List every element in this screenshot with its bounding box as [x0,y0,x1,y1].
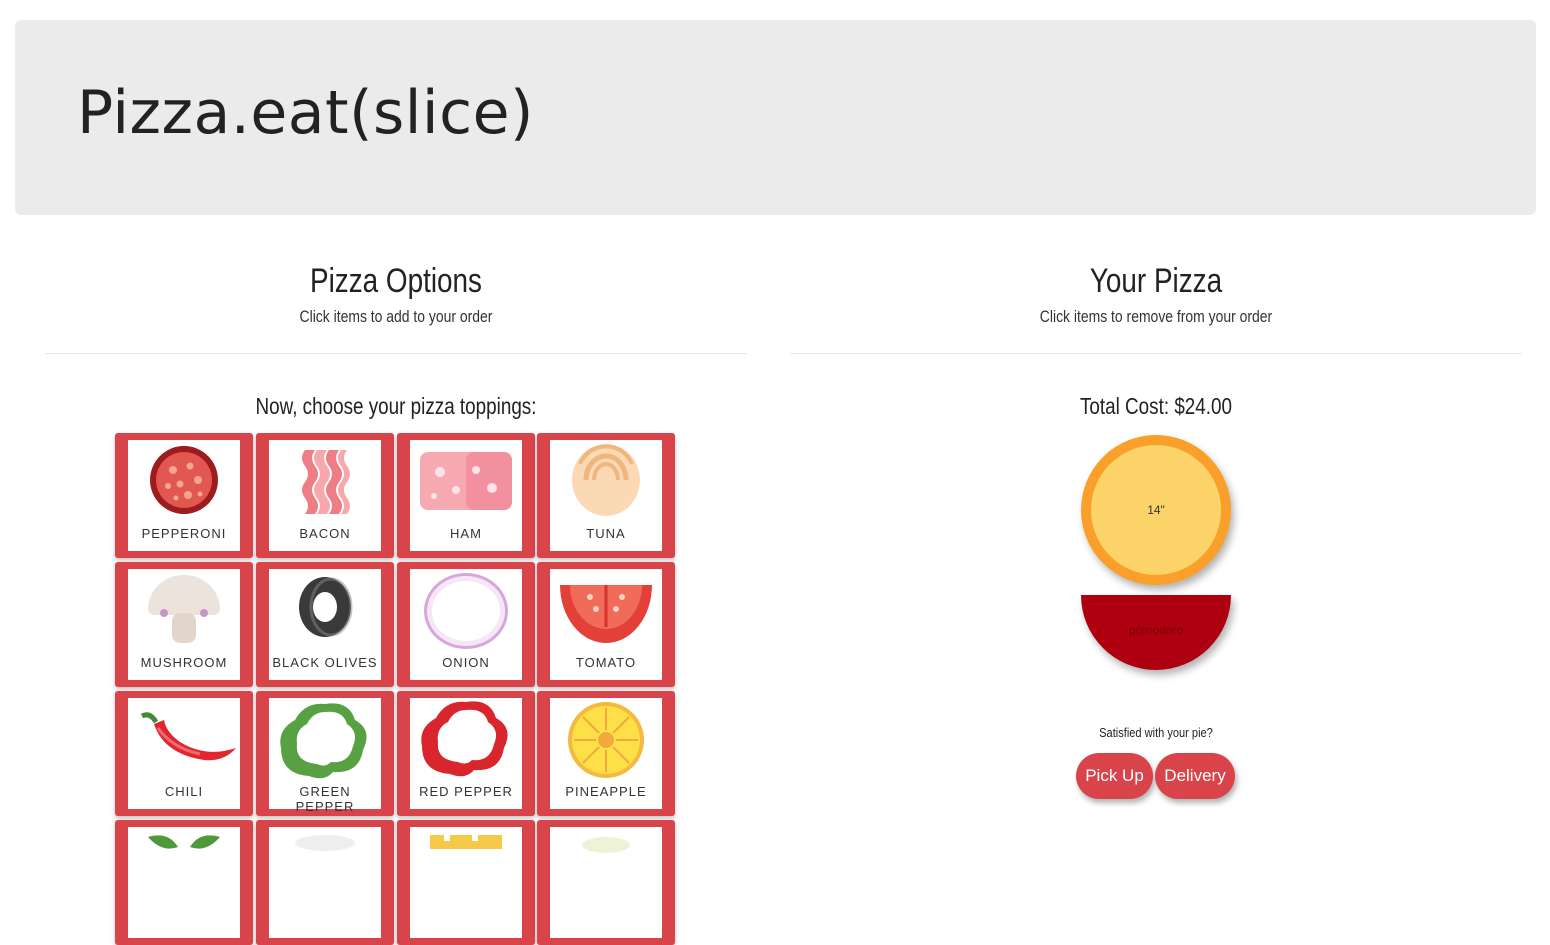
bacon-icon [302,450,350,514]
satisfied-prompt: Satisfied with your pie? [1099,725,1213,740]
toppings-prompt: Now, choose your pizza toppings: [255,393,537,419]
topping-bacon[interactable]: Bacon [256,433,394,558]
black-olives-icon [299,577,353,637]
garlic-icon [582,837,630,853]
chili-icon [140,712,236,761]
order-panel-subtitle: Click items to remove from your order [1039,307,1273,326]
order-divider [790,353,1522,354]
site-title: Pizza.eat(slice) [77,78,534,148]
green-pepper-icon [280,703,367,779]
topping-label: Green Pepper [295,784,355,814]
topping-label: Mushroom [140,655,228,670]
topping-tile-partial[interactable] [537,820,675,945]
topping-tile-partial[interactable] [256,820,394,945]
topping-ham[interactable]: Ham [397,433,535,558]
topping-label: Pineapple [565,784,647,799]
topping-label: Black Olives [272,655,378,670]
topping-label: Ham [450,526,482,541]
basil-icon [148,835,220,849]
order-panel-header: Your Pizza Click items to remove from yo… [790,262,1522,327]
order-panel-title: Your Pizza [1089,262,1223,300]
options-panel-subtitle: Click items to add to your order [299,307,493,326]
topping-card: Ham [410,440,522,551]
topping-label: Bacon [299,526,351,541]
topping-label: Tomato [575,655,637,670]
topping-card: Tuna [550,440,662,551]
delivery-button[interactable]: Delivery [1155,753,1235,799]
topping-label: Chili [164,784,204,799]
topping-card: Bacon [269,440,381,551]
topping-pepperoni[interactable]: Pepperoni [115,433,253,558]
topping-mushroom[interactable]: Mushroom [115,562,253,687]
topping-label: Tuna [586,526,626,541]
pick-up-button[interactable]: Pick Up [1076,753,1153,799]
tomato-icon [560,585,652,643]
topping-card: Onion [410,569,522,680]
cheese-icon [295,835,355,851]
sauce-label: pomodoro [1128,623,1184,637]
options-panel-header: Pizza Options Click items to add to your… [45,262,747,327]
pizza-sauce[interactable]: pomodoro [1081,595,1231,670]
topping-card: Chili [128,698,240,809]
mushroom-icon [148,575,220,643]
ham-icon [420,452,512,510]
topping-card: Red Pepper [410,698,522,809]
topping-card: Pepperoni [128,440,240,551]
topping-label: Onion [442,655,490,670]
topping-card: Black Olives [269,569,381,680]
options-panel-title: Pizza Options [309,262,482,300]
topping-card: Green Pepper [269,698,381,814]
tuna-icon [572,444,640,516]
topping-red-pepper[interactable]: Red Pepper [397,691,535,816]
topping-pineapple[interactable]: Pineapple [537,691,675,816]
crust-size-label: 14" [1147,503,1165,517]
topping-tile-partial[interactable] [397,820,535,945]
corn-icon [430,835,502,849]
total-cost: Total Cost: $24.00 [1079,393,1233,419]
topping-black-olives[interactable]: Black Olives [256,562,394,687]
topping-card: Tomato [550,569,662,680]
topping-card: Pineapple [550,698,662,809]
onion-icon [424,573,508,649]
pizza-crust[interactable]: 14" [1081,435,1231,585]
topping-tuna[interactable]: Tuna [537,433,675,558]
options-divider [45,353,747,354]
topping-green-pepper[interactable]: Green Pepper [256,691,394,816]
topping-card: Mushroom [128,569,240,680]
topping-tomato[interactable]: Tomato [537,562,675,687]
topping-onion[interactable]: Onion [397,562,535,687]
topping-chili[interactable]: Chili [115,691,253,816]
pineapple-icon [568,702,644,778]
header-banner: Pizza.eat(slice) [15,20,1536,215]
topping-label: Pepperoni [141,526,227,541]
red-pepper-icon [421,701,508,777]
topping-tile-partial[interactable] [115,820,253,945]
topping-label: Red Pepper [419,784,513,799]
pepperoni-icon [150,446,218,514]
